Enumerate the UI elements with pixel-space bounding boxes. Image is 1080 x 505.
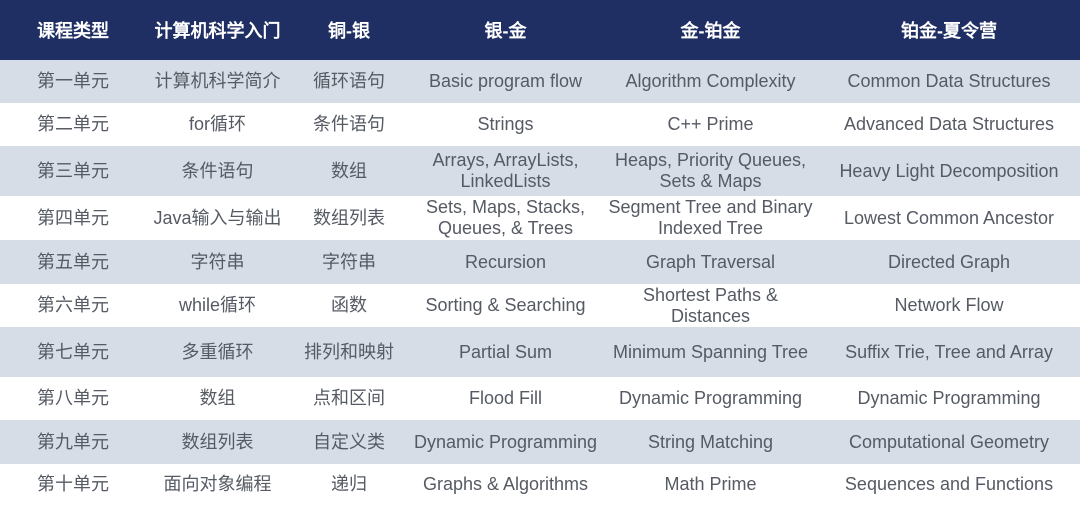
table-cell: 排列和映射 (304, 341, 394, 362)
table-cell: Graph Traversal (645, 251, 776, 272)
table-cell: Heaps, Priority Queues, Sets & Maps (614, 150, 807, 191)
table-row: 第十单元 面向对象编程 递归 Graphs & Algorithms Math Prim… (0, 464, 1080, 504)
table-cell: Flood Fill (468, 388, 543, 408)
table-cell: 第五单元 (37, 251, 109, 272)
table-cell: Algorithm Complexity (625, 71, 796, 91)
table-cell: 第十单元 (37, 473, 109, 494)
table-cell: Computational Geometry (848, 431, 1050, 452)
table-cell: 第七单元 (37, 341, 109, 362)
table-cell: Dynamic Programming (618, 388, 803, 408)
table-cell: 数组 (199, 388, 236, 408)
table-cell: 数组列表 (313, 207, 385, 228)
table-cell: 数组 (331, 160, 367, 181)
table-cell: 条件语句 (181, 160, 254, 181)
table-cell: 循环语句 (313, 71, 385, 91)
table-cell: Strings (477, 114, 534, 134)
table-cell: Arrays, ArrayLists, LinkedLists (432, 150, 579, 191)
curriculum-table: 课程类型 计算机科学入门 铜-银 银-金 金-铂金 铂金-夏令营 第一单元 计算机… (0, 0, 1080, 504)
header-bronze-silver: 铜-银 (328, 21, 370, 41)
table-cell: C++ Prime (667, 114, 754, 134)
table-cell: Sorting & Searching (425, 295, 586, 315)
table-row: 第六单元 while循环 函数 Sorting & Searching Shortest… (0, 284, 1080, 327)
table-cell: 字符串 (322, 251, 376, 272)
table-header: 课程类型 计算机科学入门 铜-银 银-金 金-铂金 铂金-夏令营 (0, 0, 1080, 60)
table-cell: Lowest Common Ancestor (843, 207, 1055, 228)
header-silver-gold: 银-金 (484, 21, 527, 41)
table-cell: Sequences and Functions (844, 473, 1054, 494)
table-cell: Network Flow (894, 295, 1004, 315)
table-cell: 面向对象编程 (163, 473, 272, 494)
table-cell: 函数 (331, 295, 367, 315)
table-cell: Heavy Light Decomposition (839, 160, 1059, 181)
table-cell: Graphs & Algorithms (422, 473, 589, 494)
table-cell: for循环 (188, 114, 246, 134)
table-cell: while循环 (178, 295, 257, 315)
table-body: 第一单元 计算机科学简介 循环语句 Basic program flow Algorit… (0, 60, 1080, 504)
header-row: 课程类型 计算机科学入门 铜-银 银-金 金-铂金 铂金-夏令营 (0, 0, 1080, 60)
table-cell: 第二单元 (37, 114, 109, 134)
table-cell: Directed Graph (887, 251, 1011, 272)
table-cell: 数组列表 (181, 431, 254, 452)
table-cell: Segment Tree and Binary Indexed Tree (608, 197, 813, 238)
table-cell: 计算机科学简介 (154, 71, 281, 91)
table-row: 第四单元 Java输入与输出 数组列表 Sets, Maps, Stacks, Que… (0, 196, 1080, 240)
table-cell: 第六单元 (37, 295, 109, 315)
table-cell: 第四单元 (37, 207, 109, 228)
table-cell: Sets, Maps, Stacks, Queues, & Trees (425, 197, 586, 238)
table-cell: Partial Sum (458, 341, 553, 362)
table-cell: Basic program flow (428, 71, 583, 91)
table-cell: 第一单元 (37, 71, 109, 91)
table-cell: 递归 (331, 473, 367, 494)
table-row: 第七单元 多重循环 排列和映射 Partial Sum Minimum Spanning… (0, 327, 1080, 377)
table-cell: 条件语句 (313, 114, 385, 134)
table-cell: 第八单元 (37, 388, 109, 408)
table-row: 第三单元 条件语句 数组 Arrays, ArrayLists, LinkedList… (0, 146, 1080, 196)
header-intro-cs: 计算机科学入门 (154, 21, 281, 41)
table-cell: Dynamic Programming (413, 431, 598, 452)
header-course-type: 课程类型 (37, 21, 109, 41)
table-cell: 自定义类 (313, 431, 385, 452)
table-row: 第一单元 计算机科学简介 循环语句 Basic program flow Algorit… (0, 60, 1080, 103)
table-cell: Recursion (464, 251, 547, 272)
table-cell: 第九单元 (37, 431, 109, 452)
table-row: 第八单元 数组 点和区间 Flood Fill Dynamic Programming D… (0, 377, 1080, 420)
table-row: 第五单元 字符串 字符串 Recursion Graph Traversal Direct… (0, 240, 1080, 284)
table-cell: Java输入与输出 (153, 207, 282, 228)
table-cell: 字符串 (190, 251, 245, 272)
table-cell: Common Data Structures (847, 71, 1051, 91)
table-cell: Suffix Trie, Tree and Array (845, 341, 1053, 362)
table-cell: Minimum Spanning Tree (612, 341, 809, 362)
table-cell: Shortest Paths & Distances (642, 284, 779, 326)
table-cell: Math Prime (664, 473, 757, 494)
table-cell: String Matching (647, 431, 774, 452)
table-cell: Dynamic Programming (857, 388, 1041, 408)
table-cell: 多重循环 (181, 341, 254, 362)
table-row: 第二单元 for循环 条件语句 Strings C++ Prime Advanced Da… (0, 103, 1080, 146)
table-cell: Advanced Data Structures (843, 114, 1055, 134)
header-platinum-camp: 铂金-夏令营 (901, 21, 997, 41)
table-cell: 点和区间 (313, 388, 385, 408)
table-cell: 第三单元 (37, 160, 109, 181)
table-row: 第九单元 数组列表 自定义类 Dynamic Programming String Ma… (0, 420, 1080, 464)
header-gold-platinum: 金-铂金 (680, 21, 741, 41)
